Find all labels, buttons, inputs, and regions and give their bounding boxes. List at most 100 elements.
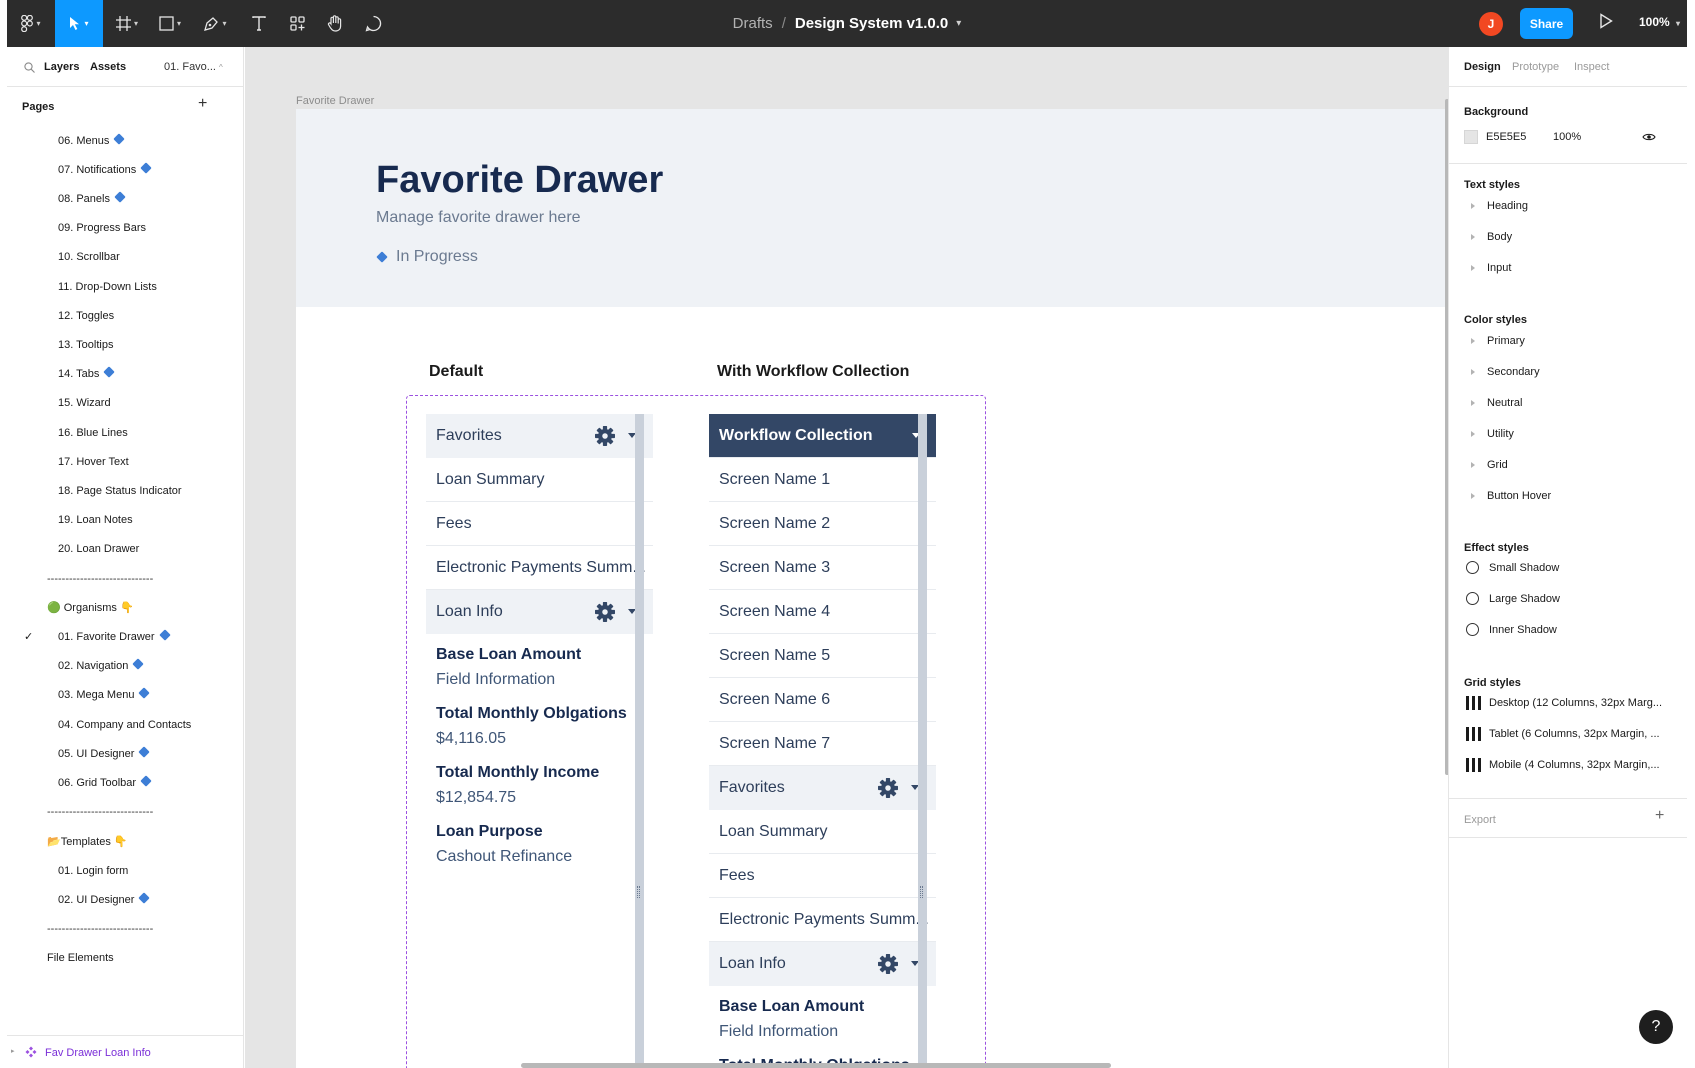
drawer-section-header[interactable]: Loan Info [709,942,936,986]
page-item[interactable]: 13. Tooltips [7,329,244,360]
frame-tool-button[interactable]: ▾ [107,0,147,47]
page-item[interactable]: 06. Menus [7,125,244,156]
page-item[interactable]: 09. Progress Bars [7,213,244,244]
chevron-right-icon[interactable]: ▸ [11,1047,15,1055]
gear-icon[interactable] [594,601,616,623]
page-item[interactable]: 02. Navigation [7,651,244,682]
background-swatch[interactable] [1464,130,1478,144]
page-item[interactable]: 07. Notifications [7,154,244,185]
drawer-item[interactable]: Electronic Payments Summ... [709,898,936,942]
page-item[interactable]: 18. Page Status Indicator [7,475,244,506]
page-item[interactable]: 06. Grid Toolbar [7,767,244,798]
resize-handle-icon[interactable] [637,886,640,898]
canvas-horizontal-scrollbar[interactable] [521,1063,1111,1068]
background-opacity[interactable]: 100% [1553,131,1581,143]
drawer-item[interactable]: Screen Name 1 [709,458,936,502]
tab-prototype[interactable]: Prototype [1512,61,1559,73]
drawer-item[interactable]: Fees [426,502,653,546]
style-item[interactable]: Tablet (6 Columns, 32px Margin, ... [1464,727,1660,741]
page-item[interactable]: 19. Loan Notes [7,505,244,536]
page-item[interactable]: ✓ 01. Favorite Drawer [7,621,244,652]
document-title[interactable]: Design System v1.0.0 [795,15,948,32]
tab-layers[interactable]: Layers [44,61,79,73]
drawer-item[interactable]: Screen Name 3 [709,546,936,590]
style-item[interactable]: Input [1464,262,1511,274]
tab-design[interactable]: Design [1464,61,1501,73]
drawer-item[interactable]: Loan Summary [426,458,653,502]
help-button[interactable]: ? [1639,1010,1673,1044]
avatar[interactable]: J [1479,12,1503,36]
page-item[interactable]: 08. Panels [7,183,244,214]
style-item[interactable]: Neutral [1464,397,1522,409]
gear-icon[interactable] [877,953,899,975]
chevron-down-icon[interactable]: ▾ [956,18,961,29]
style-item[interactable]: Small Shadow [1464,561,1559,574]
move-tool-button[interactable]: ▾ [55,0,103,47]
style-item[interactable]: Primary [1464,335,1525,347]
zoom-menu[interactable]: 100% ▾ [1639,15,1680,29]
resize-handle-icon[interactable] [920,886,923,898]
hand-tool-button[interactable] [317,0,353,47]
page-item[interactable]: 12. Toggles [7,300,244,331]
add-export-icon[interactable]: + [1655,807,1664,825]
canvas[interactable]: Favorite Drawer Favorite Drawer Manage f… [245,47,1448,1068]
search-icon[interactable] [24,62,35,73]
drawer-workflow-scrollbar[interactable] [918,414,927,1068]
style-item[interactable]: Grid [1464,459,1508,471]
drawer-section-header[interactable]: Favorites [426,414,653,458]
frame-favorite-drawer[interactable]: Favorite Drawer Manage favorite drawer h… [296,109,1448,1068]
frame-label[interactable]: Favorite Drawer [296,95,374,107]
tab-inspect[interactable]: Inspect [1574,61,1609,73]
style-item[interactable]: Large Shadow [1464,592,1560,605]
background-fill-row[interactable]: E5E5E5 100% [1464,127,1674,147]
style-item[interactable]: Secondary [1464,366,1540,378]
gear-icon[interactable] [877,777,899,799]
page-item[interactable]: File Elements [7,943,244,974]
style-item[interactable]: Heading [1464,200,1528,212]
drawer-item[interactable]: Loan Summary [709,810,936,854]
pen-tool-button[interactable]: ▾ [195,0,235,47]
page-item[interactable]: 📂Templates 👇 [7,826,244,857]
drawer-default-scrollbar[interactable] [635,414,644,1068]
text-tool-button[interactable] [243,0,275,47]
style-item[interactable]: Inner Shadow [1464,623,1557,636]
background-hex[interactable]: E5E5E5 [1486,131,1526,143]
selected-layer-row[interactable]: ▸ Fav Drawer Loan Info [7,1035,244,1068]
current-page-selector[interactable]: 01. Favo... ^ [164,61,223,73]
drawer-item[interactable]: Screen Name 7 [709,722,936,766]
page-item[interactable]: 11. Drop-Down Lists [7,271,244,302]
page-item[interactable]: 20. Loan Drawer [7,534,244,565]
breadcrumb-drafts[interactable]: Drafts [733,15,773,32]
page-item[interactable]: 15. Wizard [7,388,244,419]
page-item[interactable]: 01. Login form [7,855,244,886]
page-item[interactable]: 03. Mega Menu [7,680,244,711]
page-item[interactable]: 10. Scrollbar [7,242,244,273]
style-item[interactable]: Mobile (4 Columns, 32px Margin,... [1464,758,1660,772]
gear-icon[interactable] [594,425,616,447]
page-item[interactable]: 05. UI Designer [7,738,244,769]
page-item[interactable]: 16. Blue Lines [7,417,244,448]
tab-assets[interactable]: Assets [90,61,126,73]
resources-tool-button[interactable] [279,0,315,47]
drawer-item[interactable]: Fees [709,854,936,898]
drawer-section-header[interactable]: Favorites [709,766,936,810]
page-item[interactable]: 🟢 Organisms 👇 [7,592,244,623]
workflow-collection-header[interactable]: Workflow Collection [709,414,936,458]
page-item[interactable]: 04. Company and Contacts [7,709,244,740]
add-page-icon[interactable]: + [198,95,207,113]
comment-tool-button[interactable] [355,0,391,47]
page-item[interactable]: 17. Hover Text [7,446,244,477]
shape-tool-button[interactable]: ▾ [150,0,190,47]
eye-icon[interactable] [1642,132,1656,142]
style-item[interactable]: Button Hover [1464,490,1551,502]
drawer-item[interactable]: Screen Name 6 [709,678,936,722]
share-button[interactable]: Share [1520,8,1573,39]
style-item[interactable]: Desktop (12 Columns, 32px Marg... [1464,696,1662,710]
drawer-item[interactable]: Screen Name 4 [709,590,936,634]
style-item[interactable]: Body [1464,231,1512,243]
page-item[interactable]: 14. Tabs [7,359,244,390]
drawer-item[interactable]: Electronic Payments Summ... [426,546,653,590]
drawer-item[interactable]: Screen Name 2 [709,502,936,546]
main-menu-button[interactable]: ▾ [7,0,55,47]
style-item[interactable]: Utility [1464,428,1514,440]
